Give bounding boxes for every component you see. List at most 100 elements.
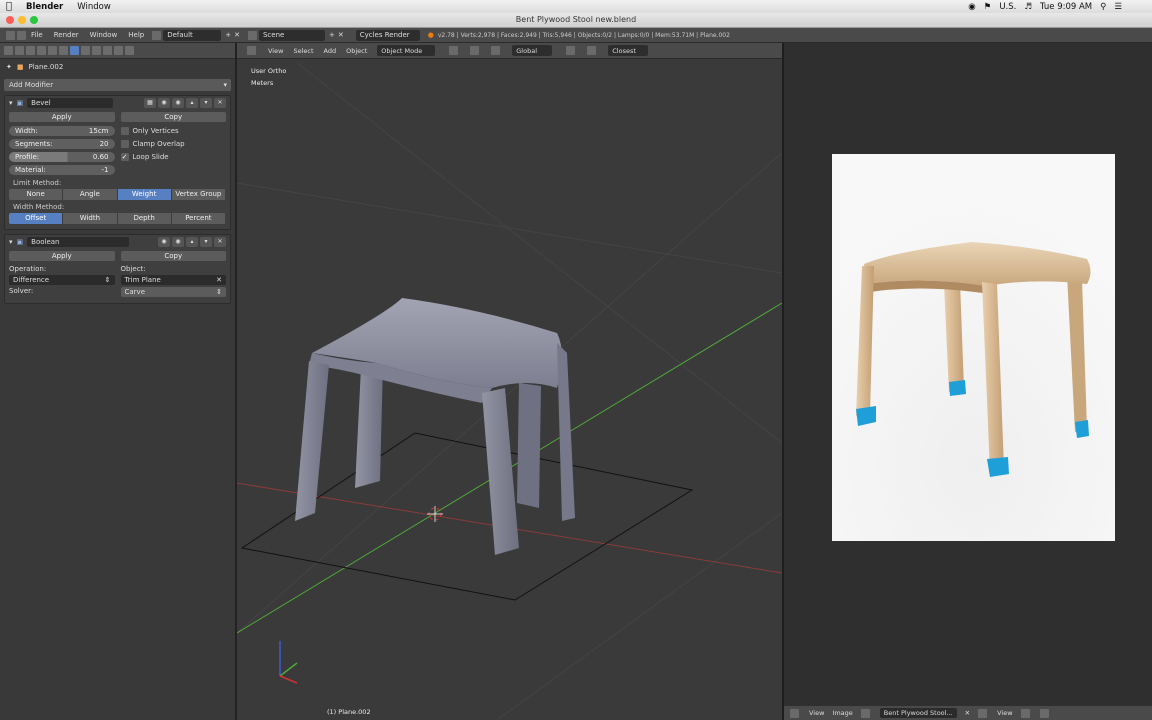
limit-weight-option[interactable]: Weight (117, 189, 172, 200)
world-tab-icon[interactable] (37, 46, 46, 55)
width-offset-option[interactable]: Offset (9, 213, 64, 224)
move-down-icon[interactable]: ▾ (200, 237, 212, 247)
image-browse-icon[interactable] (860, 708, 870, 718)
render-tab-icon[interactable] (4, 46, 13, 55)
material-tab-icon[interactable] (92, 46, 101, 55)
snap-icon[interactable] (587, 46, 597, 55)
front-right-leg[interactable] (482, 388, 519, 555)
menu-help[interactable]: Help (125, 30, 147, 40)
image-editor[interactable]: View Image Bent Plywood Stool... ✕ View (784, 43, 1152, 720)
operation-select[interactable]: Difference ⇕ (9, 275, 115, 285)
scene-add-icon[interactable]: + (329, 31, 335, 39)
collapse-arrow-icon[interactable]: ▾ (9, 99, 13, 107)
viewport-toggle-icon[interactable]: ◉ (158, 98, 170, 108)
screen-layout-select[interactable]: Default (163, 29, 222, 41)
menu-render[interactable]: Render (51, 30, 82, 40)
menu-collapse-icon[interactable] (17, 30, 26, 40)
flag-icon[interactable]: ⚑ (984, 2, 992, 12)
width-percent-option[interactable]: Percent (171, 213, 226, 224)
viewport-toggle-icon[interactable]: ◉ (158, 237, 170, 247)
viewport-canvas[interactable] (237, 43, 782, 720)
menu-image[interactable]: Image (832, 709, 852, 717)
spotlight-icon[interactable]: ⚲ (1100, 2, 1106, 12)
menu-window-blender[interactable]: Window (87, 30, 121, 40)
image-close-icon[interactable]: ✕ (965, 709, 970, 717)
back-right-leg[interactable] (517, 383, 541, 508)
move-up-icon[interactable]: ▴ (186, 98, 198, 108)
particles-tab-icon[interactable] (114, 46, 123, 55)
shading-icon[interactable] (449, 46, 459, 55)
remove-modifier-icon[interactable]: ✕ (214, 98, 226, 108)
scene-remove-icon[interactable]: ✕ (338, 31, 344, 39)
limit-angle-option[interactable]: Angle (63, 189, 118, 200)
render-engine-select[interactable]: Cycles Render (355, 29, 420, 41)
bevel-copy-button[interactable]: Copy (120, 112, 226, 122)
layout-remove-icon[interactable]: ✕ (234, 31, 240, 39)
wifi-icon[interactable]: ◉ (968, 2, 975, 12)
render-slot-icon[interactable] (1039, 708, 1049, 718)
snap-target-select[interactable]: Closest (608, 45, 649, 56)
move-down-icon[interactable]: ▾ (200, 98, 212, 108)
side-right-leg[interactable] (557, 343, 575, 521)
segments-field[interactable]: Segments: 20 (9, 139, 115, 149)
3d-cursor-icon[interactable] (427, 506, 443, 522)
loop-slide-checkbox[interactable]: ✓ Loop Slide (120, 152, 227, 162)
editor-type-icon[interactable] (6, 30, 15, 40)
modifiers-tab-icon[interactable] (70, 46, 79, 55)
menu-file[interactable]: File (28, 30, 46, 40)
add-modifier-dropdown[interactable]: Add Modifier ▾ (4, 79, 231, 91)
width-depth-option[interactable]: Depth (117, 213, 172, 224)
menu-view[interactable]: View (809, 709, 824, 717)
editor-type-icon[interactable] (790, 708, 799, 718)
data-tab-icon[interactable] (81, 46, 90, 55)
menu-add[interactable]: Add (324, 47, 337, 55)
input-locale[interactable]: U.S. (999, 2, 1016, 12)
layers-tab-icon[interactable] (15, 46, 24, 55)
texture-tab-icon[interactable] (103, 46, 112, 55)
layout-add-icon[interactable]: + (225, 31, 231, 39)
display-channels-icon[interactable] (1020, 708, 1030, 718)
limit-none-option[interactable]: None (9, 189, 64, 200)
scene-select[interactable]: Scene (258, 29, 325, 41)
volume-icon[interactable]: ♬ (1024, 2, 1032, 12)
profile-slider[interactable]: Profile: 0.60 (9, 152, 115, 162)
object-select[interactable]: Trim Plane ✕ (120, 275, 226, 285)
layers-icon[interactable] (566, 46, 576, 55)
menu-view[interactable]: View (268, 47, 283, 55)
orientation-select[interactable]: Global (512, 45, 553, 56)
remove-modifier-icon[interactable]: ✕ (214, 237, 226, 247)
limit-vertex-group-option[interactable]: Vertex Group (171, 189, 226, 200)
collapse-arrow-icon[interactable]: ▾ (9, 238, 13, 246)
pin-image-icon[interactable] (978, 708, 988, 718)
notification-list-icon[interactable]: ☰ (1114, 2, 1122, 12)
menu-window[interactable]: Window (77, 2, 111, 12)
bevel-apply-button[interactable]: Apply (9, 112, 115, 122)
width-width-option[interactable]: Width (63, 213, 118, 224)
render-toggle-icon[interactable]: ◉ (172, 98, 184, 108)
bevel-name-field[interactable]: Bevel (27, 98, 114, 108)
editmode-toggle-icon[interactable]: ▦ (144, 98, 156, 108)
back-left-leg[interactable] (355, 363, 383, 488)
menu-view-mode[interactable]: View (997, 709, 1012, 717)
width-field[interactable]: Width: 15cm (9, 126, 115, 136)
clock[interactable]: Tue 9:09 AM (1040, 2, 1092, 12)
solver-select[interactable]: Carve ⇕ (120, 287, 226, 297)
move-up-icon[interactable]: ▴ (186, 237, 198, 247)
material-field[interactable]: Material: -1 (9, 165, 115, 175)
mode-select[interactable]: Object Mode (377, 45, 436, 56)
pivot-icon[interactable] (470, 46, 480, 55)
scene-tab-icon[interactable] (26, 46, 35, 55)
3d-viewport[interactable]: View Select Add Object Object Mode Globa… (237, 43, 782, 720)
stool-seat[interactable] (312, 298, 562, 388)
editor-type-icon[interactable] (247, 46, 256, 55)
pin-icon[interactable]: ✦ (6, 63, 12, 71)
image-name-field[interactable]: Bent Plywood Stool... (879, 708, 957, 718)
boolean-name-field[interactable]: Boolean (27, 237, 130, 247)
app-menu-blender[interactable]: Blender (26, 2, 63, 12)
clear-icon[interactable]: ✕ (216, 276, 222, 284)
constraints-tab-icon[interactable] (59, 46, 68, 55)
apple-icon[interactable]:  (0, 1, 18, 12)
physics-tab-icon[interactable] (125, 46, 134, 55)
clamp-overlap-checkbox[interactable]: Clamp Overlap (120, 139, 227, 149)
render-toggle-icon[interactable]: ◉ (172, 237, 184, 247)
